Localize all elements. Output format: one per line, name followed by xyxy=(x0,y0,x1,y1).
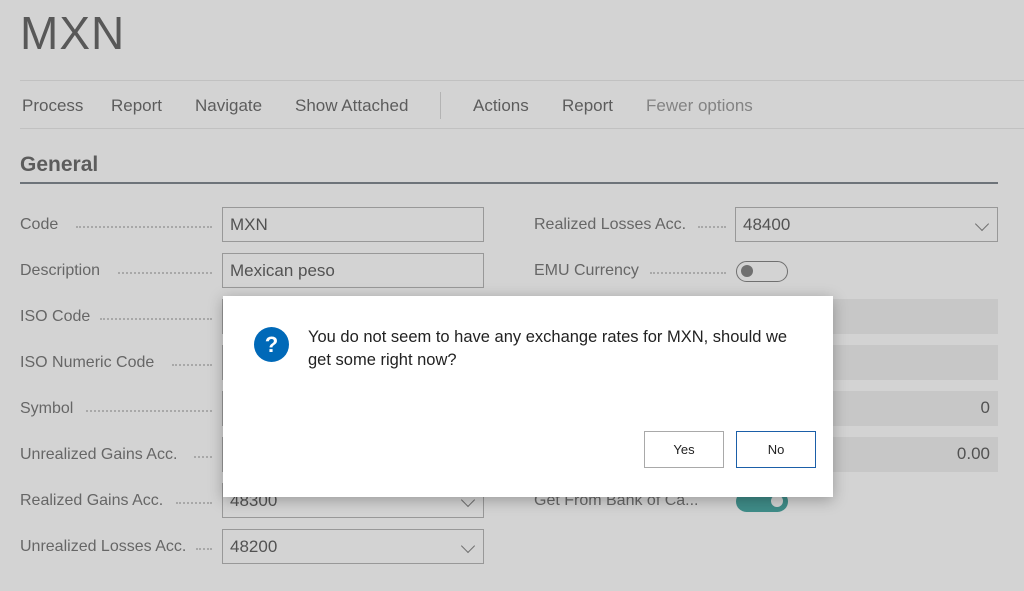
confirm-dialog: ? You do not seem to have any exchange r… xyxy=(223,296,833,497)
no-button[interactable]: No xyxy=(736,431,816,468)
dialog-message: You do not seem to have any exchange rat… xyxy=(308,328,788,369)
yes-button[interactable]: Yes xyxy=(644,431,724,468)
question-icon: ? xyxy=(254,327,289,362)
